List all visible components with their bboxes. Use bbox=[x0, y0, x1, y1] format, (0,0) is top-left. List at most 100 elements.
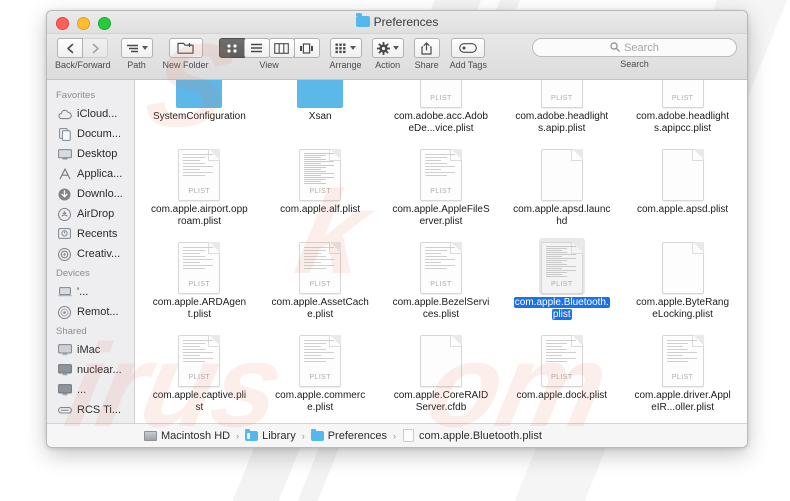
forward-button[interactable] bbox=[82, 38, 109, 58]
file-label[interactable]: com.adobe.headlights.apip.plist bbox=[513, 111, 611, 134]
file-item[interactable]: PLIST com.adobe.acc.AdobeDe...vice.plist bbox=[381, 80, 502, 141]
file-item[interactable]: PLIST com.apple.AssetCache.plist bbox=[260, 234, 381, 327]
sidebar-item-downlo[interactable]: Downlo... bbox=[47, 184, 134, 204]
file-item[interactable]: Xsan bbox=[260, 80, 381, 141]
view-gallery-button[interactable] bbox=[293, 38, 320, 58]
sidebar-item-imac[interactable]: iMac bbox=[47, 340, 134, 360]
sidebar-item-recents[interactable]: Recents bbox=[47, 224, 134, 244]
file-label[interactable]: Xsan bbox=[309, 111, 332, 123]
file-item[interactable]: PLIST com.apple.apsd.plist bbox=[622, 141, 743, 234]
file-item[interactable]: PLIST com.apple.driver.AppleIR...oller.pl… bbox=[622, 327, 743, 420]
file-item[interactable]: PLIST com.apple.dock.plist bbox=[501, 327, 622, 420]
path-button[interactable] bbox=[120, 38, 153, 58]
file-thumbnail[interactable]: PLIST bbox=[659, 331, 707, 387]
file-item[interactable]: PLIST com.apple.CoreRAIDServer.cfdb bbox=[381, 327, 502, 420]
view-column-button[interactable] bbox=[268, 38, 295, 58]
file-item-selected[interactable]: PLIST com.apple.Bluetooth.plist bbox=[501, 234, 622, 327]
path-label: Path bbox=[127, 60, 146, 70]
file-label[interactable]: com.apple.driver.AppleIR...oller.plist bbox=[634, 390, 732, 413]
sidebar-item-docum[interactable]: Docum... bbox=[47, 124, 134, 144]
file-thumbnail[interactable]: PLIST bbox=[175, 331, 223, 387]
sidebar-item-[interactable]: '... bbox=[47, 282, 134, 302]
file-label[interactable]: com.adobe.acc.AdobeDe...vice.plist bbox=[392, 111, 490, 134]
plist-document-icon: PLIST bbox=[540, 149, 583, 201]
file-label[interactable]: com.adobe.headlights.apipcc.plist bbox=[634, 111, 732, 134]
file-label[interactable]: com.apple.BezelServices.plist bbox=[392, 297, 490, 320]
sidebar-item-airdrop[interactable]: AirDrop bbox=[47, 204, 134, 224]
file-thumbnail[interactable]: PLIST bbox=[538, 238, 586, 295]
file-thumbnail[interactable]: PLIST bbox=[538, 80, 586, 108]
sidebar-item-rcs-ti[interactable]: RCS Ti... bbox=[47, 400, 134, 420]
sidebar-item-[interactable]: ... bbox=[47, 380, 134, 400]
file-thumbnail[interactable]: PLIST bbox=[296, 238, 344, 294]
file-thumbnail[interactable]: PLIST bbox=[296, 331, 344, 387]
plist-document-icon: PLIST bbox=[419, 80, 462, 108]
breadcrumb-label: Preferences bbox=[327, 429, 388, 442]
file-label[interactable]: com.apple.Bluetooth.plist bbox=[513, 297, 611, 320]
view-icon-button[interactable] bbox=[218, 38, 245, 58]
add-tags-button[interactable] bbox=[451, 38, 486, 58]
file-thumbnail[interactable] bbox=[296, 80, 344, 108]
file-thumbnail[interactable]: PLIST bbox=[538, 331, 586, 387]
sidebar-item-desktop[interactable]: Desktop bbox=[47, 144, 134, 164]
file-browser-content[interactable]: SystemConfiguration Xsan PLIST com.adobe.ac… bbox=[135, 80, 747, 423]
sidebar-item-remot[interactable]: Remot... bbox=[47, 302, 134, 322]
arrange-button[interactable] bbox=[329, 38, 362, 58]
file-label[interactable]: com.apple.AssetCache.plist bbox=[271, 297, 369, 320]
file-label[interactable]: SystemConfiguration bbox=[153, 111, 246, 123]
file-thumbnail[interactable]: PLIST bbox=[175, 145, 223, 201]
search-input[interactable]: Search bbox=[532, 38, 737, 57]
file-item[interactable]: PLIST com.apple.alf.plist bbox=[260, 141, 381, 234]
file-label[interactable]: com.apple.dock.plist bbox=[516, 390, 607, 402]
action-button[interactable] bbox=[371, 38, 404, 58]
file-item[interactable]: PLIST com.adobe.headlights.apip.plist bbox=[501, 80, 622, 141]
sidebar-item-nuclear[interactable]: nuclear... bbox=[47, 360, 134, 380]
back-button[interactable] bbox=[57, 38, 84, 58]
file-item[interactable]: PLIST com.apple.AppleFileServer.plist bbox=[381, 141, 502, 234]
file-thumbnail[interactable]: PLIST bbox=[417, 145, 465, 201]
file-label[interactable]: com.apple.ByteRangeLocking.plist bbox=[634, 297, 732, 320]
file-thumbnail[interactable]: PLIST bbox=[659, 80, 707, 108]
file-item[interactable]: PLIST com.apple.airport.opproam.plist bbox=[139, 141, 260, 234]
sidebar-item-icloud[interactable]: iCloud... bbox=[47, 104, 134, 124]
file-label[interactable]: com.apple.captive.plist bbox=[150, 390, 248, 413]
sidebar-item-applica[interactable]: Applica... bbox=[47, 164, 134, 184]
file-label[interactable]: com.apple.commerce.plist bbox=[271, 390, 369, 413]
file-item[interactable]: PLIST com.apple.commerce.plist bbox=[260, 327, 381, 420]
file-label[interactable]: com.apple.apsd.launchd bbox=[513, 204, 611, 227]
file-label[interactable]: com.apple.AppleFileServer.plist bbox=[392, 204, 490, 227]
folder-icon bbox=[310, 428, 324, 441]
file-thumbnail[interactable]: PLIST bbox=[659, 145, 707, 201]
file-item[interactable]: PLIST com.apple.apsd.launchd bbox=[501, 141, 622, 234]
file-thumbnail[interactable]: PLIST bbox=[175, 238, 223, 294]
file-label[interactable]: com.apple.ARDAgent.plist bbox=[150, 297, 248, 320]
file-item[interactable]: PLIST com.apple.BezelServices.plist bbox=[381, 234, 502, 327]
file-item[interactable]: PLIST com.apple.captive.plist bbox=[139, 327, 260, 420]
file-thumbnail[interactable]: PLIST bbox=[659, 238, 707, 294]
file-thumbnail[interactable]: PLIST bbox=[538, 145, 586, 201]
file-label[interactable]: com.apple.airport.opproam.plist bbox=[150, 204, 248, 227]
file-thumbnail[interactable]: PLIST bbox=[417, 331, 465, 387]
new-folder-button[interactable] bbox=[168, 38, 203, 58]
sidebar-item-creativ[interactable]: Creativ... bbox=[47, 244, 134, 264]
file-label[interactable]: com.apple.CoreRAIDServer.cfdb bbox=[392, 390, 490, 413]
file-thumbnail[interactable] bbox=[175, 80, 223, 108]
plist-document-icon: PLIST bbox=[661, 242, 704, 294]
file-label[interactable]: com.apple.apsd.plist bbox=[637, 204, 728, 216]
file-item[interactable]: SystemConfiguration bbox=[139, 80, 260, 141]
file-label[interactable]: com.apple.alf.plist bbox=[280, 204, 360, 216]
file-item[interactable]: PLIST com.apple.ARDAgent.plist bbox=[139, 234, 260, 327]
breadcrumb-item[interactable]: Macintosh HD bbox=[144, 430, 230, 442]
file-thumbnail[interactable]: PLIST bbox=[417, 80, 465, 108]
file-item[interactable]: PLIST com.apple.ByteRangeLocking.plist bbox=[622, 234, 743, 327]
file-thumbnail[interactable]: PLIST bbox=[296, 145, 344, 201]
file-item[interactable]: PLIST com.adobe.headlights.apipcc.plist bbox=[622, 80, 743, 141]
vertical-scrollbar[interactable] bbox=[742, 80, 746, 423]
breadcrumb-item[interactable]: Preferences bbox=[310, 428, 388, 442]
view-list-button[interactable] bbox=[243, 38, 270, 58]
breadcrumb-item[interactable]: com.apple.Bluetooth.plist bbox=[402, 429, 542, 442]
breadcrumb-item[interactable]: Library bbox=[245, 428, 296, 442]
window-titlebar[interactable]: Preferences bbox=[47, 11, 747, 34]
file-thumbnail[interactable]: PLIST bbox=[417, 238, 465, 294]
share-button[interactable] bbox=[413, 38, 440, 58]
